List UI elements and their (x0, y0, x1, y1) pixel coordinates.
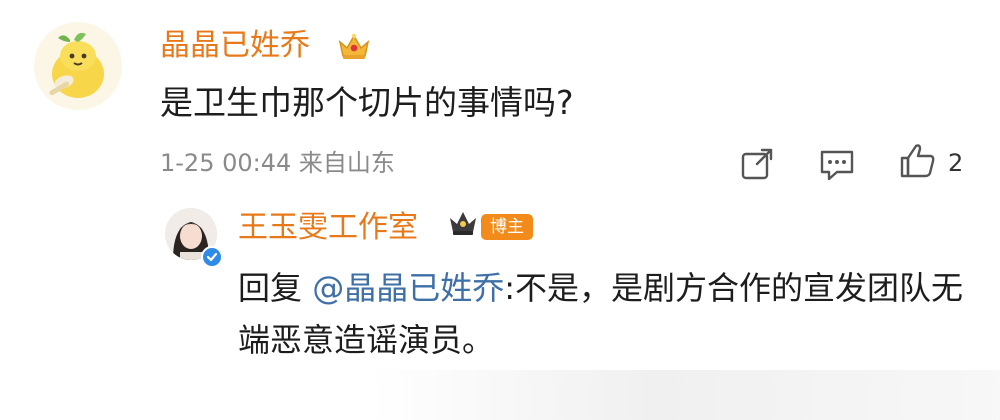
comment-meta: 1-25 00:44 来自山东 (160, 146, 395, 180)
blogger-badge: 博主 (481, 214, 533, 240)
reply-prefix: 回复 (238, 269, 313, 307)
like-icon[interactable] (896, 140, 938, 182)
reply-text: 回复 @晶晶已姓乔:不是，是剧方合作的宣发团队无端恶意造谣演员。 (238, 262, 983, 366)
mention-link[interactable]: @晶晶已姓乔 (312, 269, 504, 307)
lemon-avatar-icon (49, 32, 104, 98)
comment-source: 来自山东 (298, 149, 395, 177)
reply-icon[interactable] (817, 144, 857, 184)
share-icon[interactable] (737, 144, 777, 184)
reply-user-name[interactable]: 王玉雯工作室 (238, 208, 418, 248)
comment-text: 是卫生巾那个切片的事情吗? (160, 83, 574, 122)
like-count: 2 (948, 149, 964, 177)
comment-user-name[interactable]: 晶晶已姓乔 (160, 26, 310, 66)
crown-icon (447, 208, 479, 240)
bottom-fade (370, 370, 1000, 420)
comment-time: 1-25 00:44 (160, 149, 292, 177)
avatar[interactable] (34, 22, 122, 110)
verified-icon (201, 246, 223, 268)
crown-icon (336, 30, 372, 62)
